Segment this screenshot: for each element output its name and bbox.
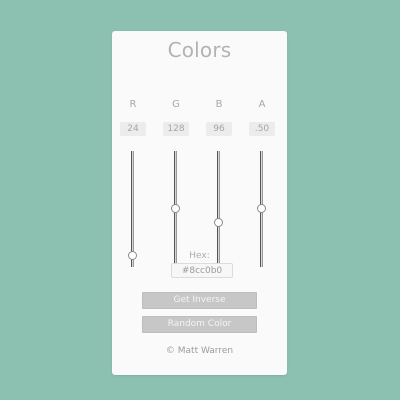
slider-green[interactable] bbox=[171, 151, 181, 267]
slider-thumb[interactable] bbox=[171, 204, 180, 213]
slider-track[interactable] bbox=[217, 151, 220, 267]
slider-red[interactable] bbox=[128, 151, 138, 267]
slider-blue[interactable] bbox=[214, 151, 224, 267]
channel-label-a: A bbox=[258, 99, 266, 110]
channel-value-a: .50 bbox=[249, 122, 275, 136]
panel-title: Colors bbox=[167, 38, 232, 62]
channel-value-g: 128 bbox=[163, 122, 189, 136]
slider-track[interactable] bbox=[131, 151, 134, 267]
slider-thumb[interactable] bbox=[257, 204, 266, 213]
slider-alpha[interactable] bbox=[257, 151, 267, 267]
channel-label-g: G bbox=[172, 99, 180, 110]
channel-label-b: B bbox=[215, 99, 223, 110]
credit-text: © Matt Warren bbox=[165, 346, 234, 356]
get-inverse-button[interactable]: Get Inverse bbox=[142, 292, 257, 309]
random-color-button[interactable]: Random Color bbox=[142, 316, 257, 333]
channel-value-b: 96 bbox=[206, 122, 232, 136]
slider-thumb[interactable] bbox=[214, 218, 223, 227]
hex-field[interactable]: #8cc0b0 bbox=[171, 263, 233, 278]
channel-label-r: R bbox=[129, 99, 137, 110]
hex-label: Hex: bbox=[189, 251, 210, 261]
channel-value-r: 24 bbox=[120, 122, 146, 136]
colors-panel: Colors R G B A 24 128 96 .50 Hex: #8cc0b… bbox=[112, 31, 287, 375]
